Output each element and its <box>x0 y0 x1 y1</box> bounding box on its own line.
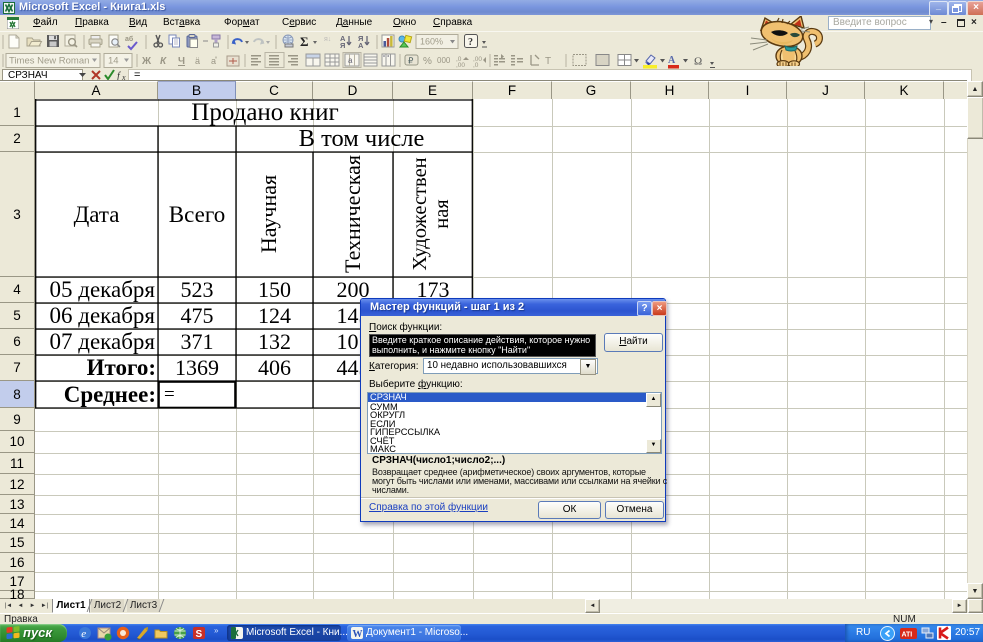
svg-text:А: А <box>358 41 364 50</box>
svg-text:Σ: Σ <box>300 34 309 49</box>
svg-text:К: К <box>160 56 167 67</box>
svg-text:e: e <box>81 628 86 640</box>
svg-text:а̊: а̊ <box>211 56 217 66</box>
svg-text:Т: Т <box>545 56 551 67</box>
svg-text:ӓ: ӓ <box>195 56 200 66</box>
svg-text:14: 14 <box>108 56 119 67</box>
svg-text:,0: ,0 <box>473 62 479 69</box>
svg-text:Times New Roman: Times New Roman <box>9 56 89 67</box>
svg-text:₽: ₽ <box>408 56 414 66</box>
svg-text:Я: Я <box>340 41 345 50</box>
svg-text:ATI: ATI <box>902 632 913 639</box>
svg-text:А: А <box>668 55 676 66</box>
svg-text:S: S <box>196 629 203 640</box>
svg-text:,00: ,00 <box>456 62 465 69</box>
svg-text:W: W <box>353 629 363 639</box>
svg-text:Ω: Ω <box>694 56 702 68</box>
svg-text:а: а <box>348 56 353 65</box>
svg-text:»: » <box>214 626 219 635</box>
svg-text:%: % <box>423 56 432 67</box>
svg-text:я↓: я↓ <box>324 36 331 43</box>
svg-text:160%: 160% <box>420 37 443 47</box>
svg-text:000: 000 <box>437 56 451 65</box>
svg-text:?: ? <box>468 37 473 48</box>
svg-text:Ч: Ч <box>178 56 185 67</box>
svg-text:Ж: Ж <box>141 56 152 67</box>
svg-text:аб: аб <box>125 35 134 43</box>
